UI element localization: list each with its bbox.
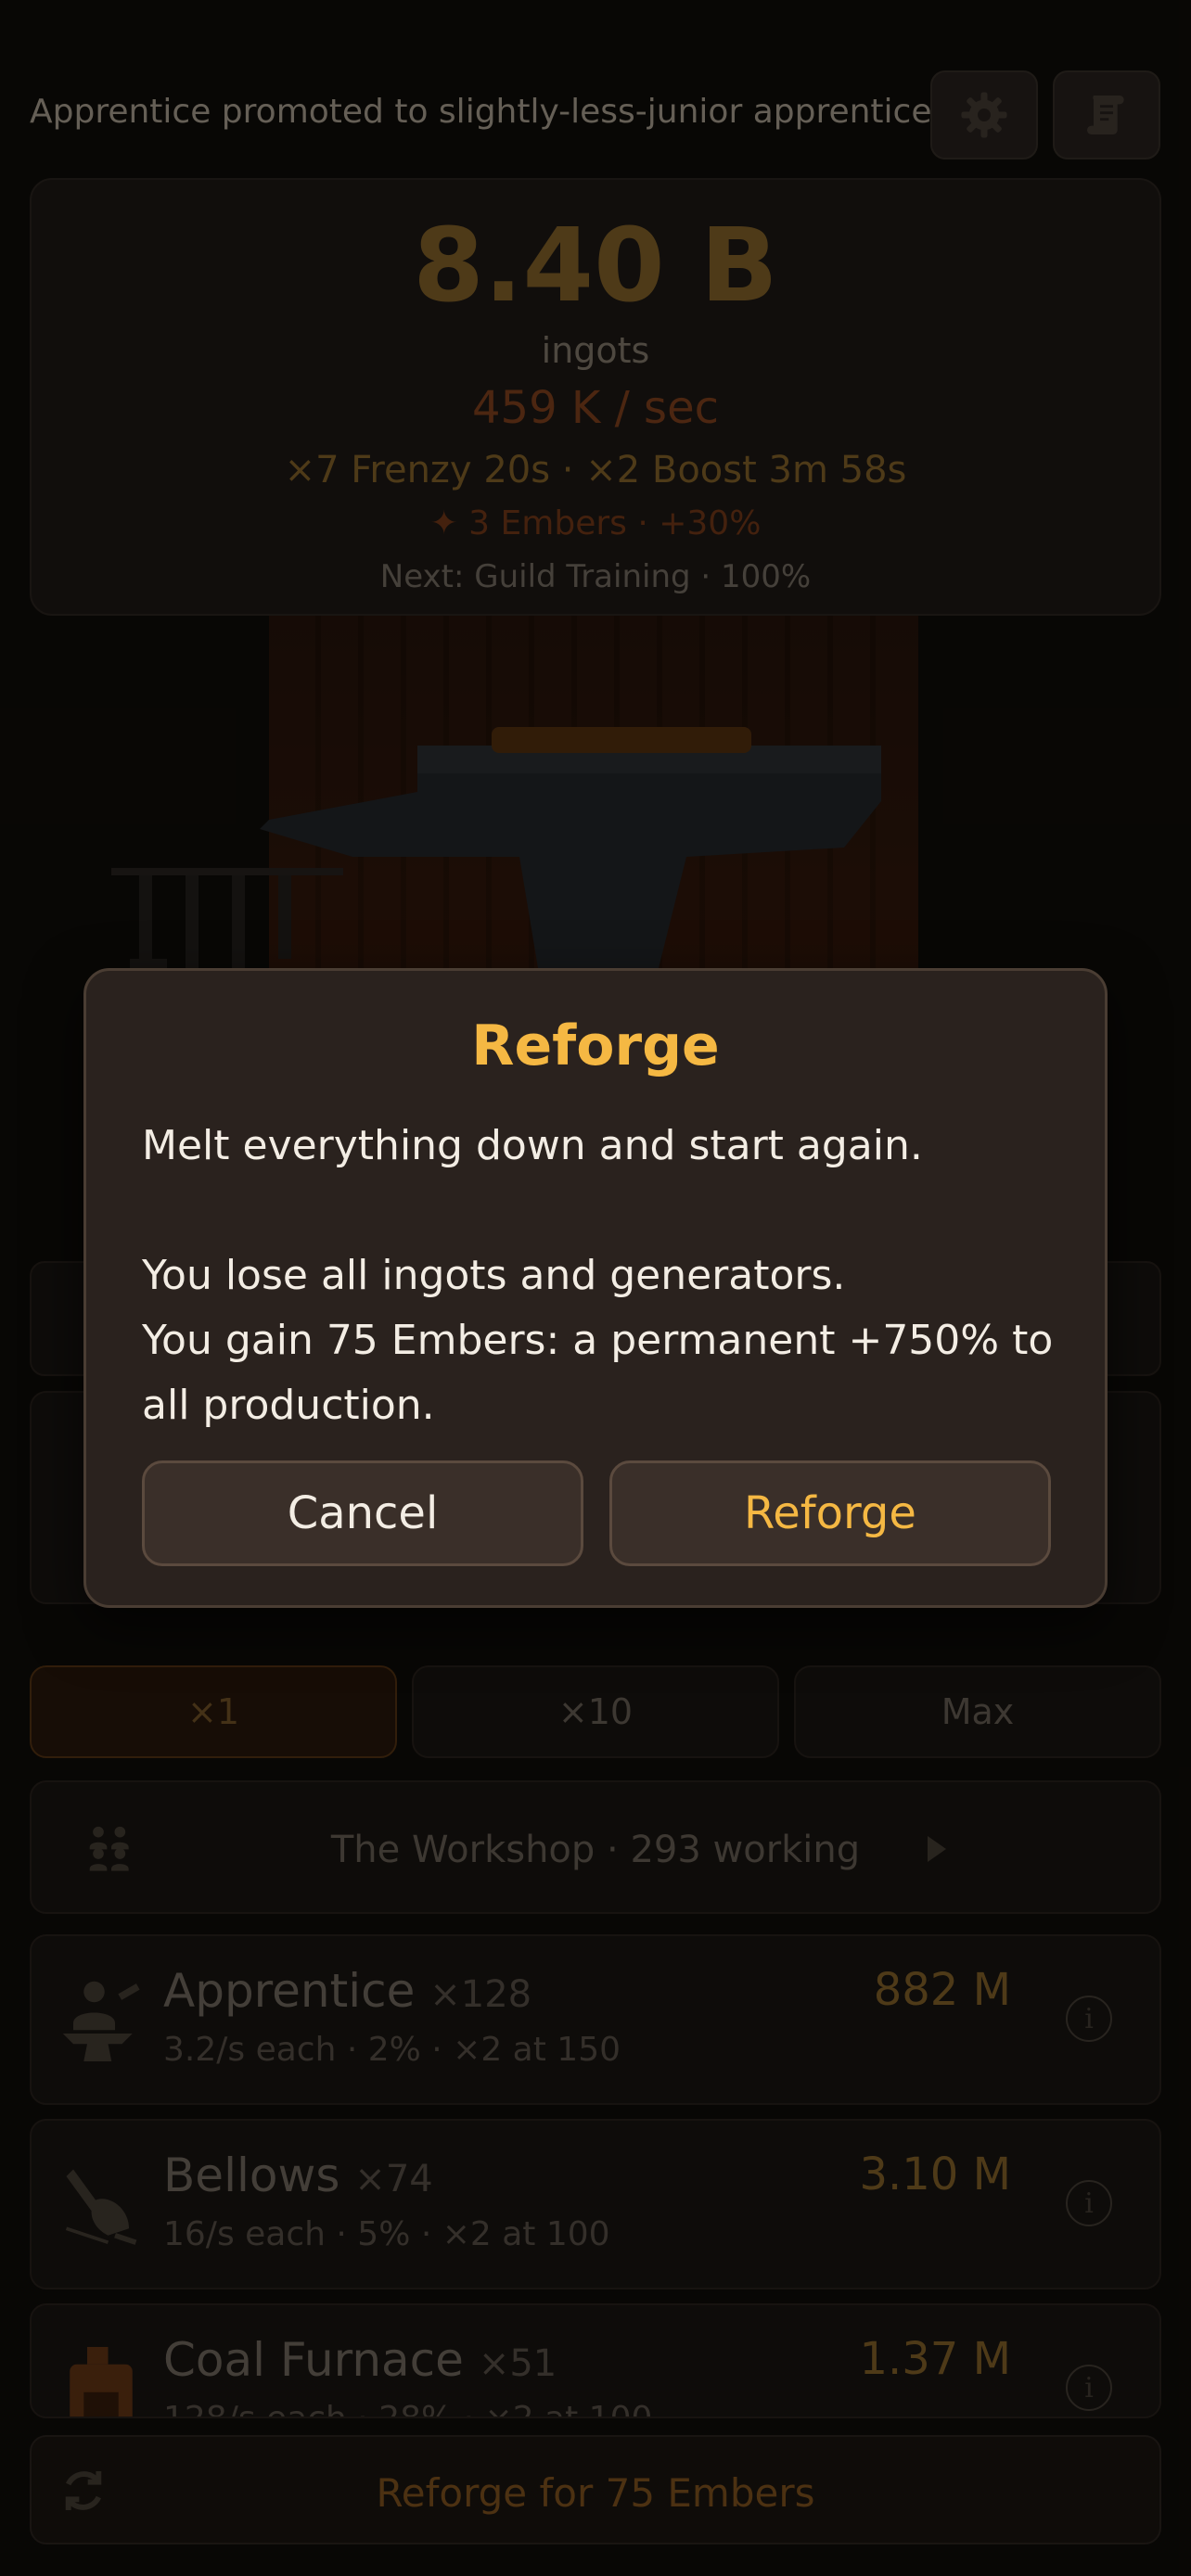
- dialog-line-2: You lose all ingots and generators.: [142, 1252, 846, 1299]
- reforge-dialog: Reforge Melt everything down and start a…: [83, 968, 1108, 1608]
- dialog-title: Reforge: [471, 1014, 720, 1078]
- dialog-line-1: Melt everything down and start again.: [142, 1122, 923, 1169]
- cancel-button[interactable]: Cancel: [142, 1460, 583, 1566]
- dialog-body: Melt everything down and start again. Yo…: [142, 1114, 1069, 1438]
- reforge-confirm-button[interactable]: Reforge: [609, 1460, 1051, 1566]
- dialog-line-3: You gain 75 Embers: a permanent +750% to…: [142, 1317, 1054, 1429]
